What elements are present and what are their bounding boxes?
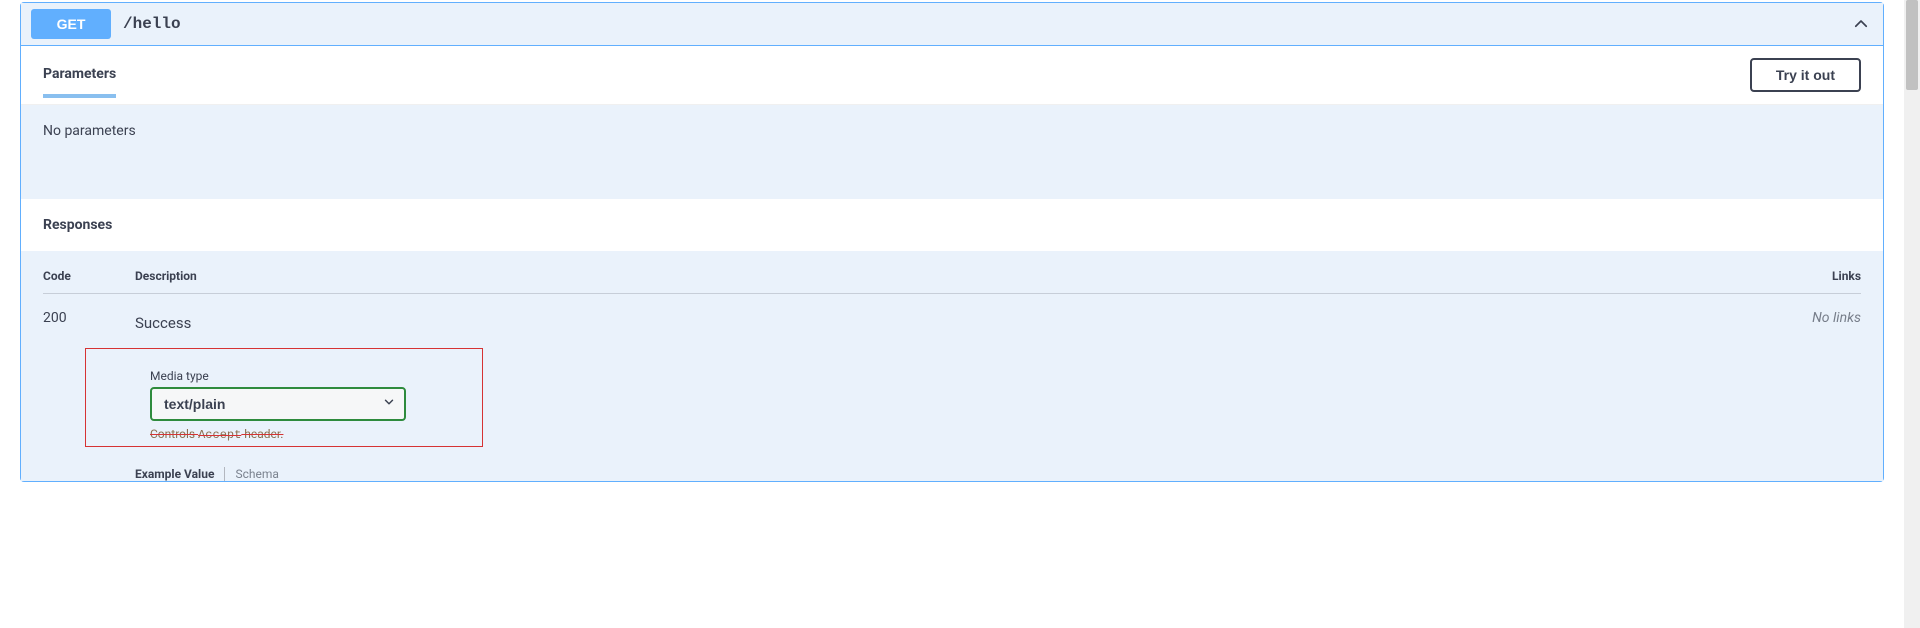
example-schema-tabs: Example Value Schema bbox=[135, 467, 1781, 481]
vertical-scrollbar[interactable] bbox=[1904, 0, 1920, 628]
media-type-select[interactable]: text/plain bbox=[150, 387, 406, 421]
operation-summary[interactable]: GET /hello bbox=[21, 3, 1883, 46]
column-header-code: Code bbox=[43, 269, 135, 293]
parameters-tab[interactable]: Parameters bbox=[43, 66, 116, 98]
chevron-up-icon[interactable] bbox=[1849, 12, 1873, 36]
column-header-description: Description bbox=[135, 269, 1781, 293]
scrollbar-thumb[interactable] bbox=[1906, 0, 1918, 90]
response-code: 200 bbox=[43, 308, 135, 326]
media-type-label: Media type bbox=[150, 369, 466, 383]
responses-heading: Responses bbox=[21, 199, 1883, 251]
response-description: Success bbox=[135, 314, 1781, 332]
no-parameters-text: No parameters bbox=[21, 105, 1883, 199]
response-row: 200 Success Media type text/plain bbox=[43, 308, 1861, 481]
endpoint-path: /hello bbox=[123, 15, 1849, 33]
tab-divider bbox=[224, 467, 225, 481]
tab-schema[interactable]: Schema bbox=[235, 467, 278, 481]
accept-header-note: Controls Accept header. bbox=[150, 427, 466, 442]
try-it-out-button[interactable]: Try it out bbox=[1750, 58, 1861, 92]
tab-example-value[interactable]: Example Value bbox=[135, 467, 214, 481]
response-links: No links bbox=[1781, 308, 1861, 326]
table-divider bbox=[43, 293, 1861, 294]
parameters-section-header: Parameters Try it out bbox=[21, 46, 1883, 105]
media-type-highlight-box: Media type text/plain bbox=[85, 348, 483, 447]
http-method-badge: GET bbox=[31, 9, 111, 39]
column-header-links: Links bbox=[1781, 269, 1861, 293]
responses-table: Code Description Links 200 Success Media… bbox=[21, 251, 1883, 481]
operation-block: GET /hello Parameters Try it out No para… bbox=[20, 2, 1884, 482]
